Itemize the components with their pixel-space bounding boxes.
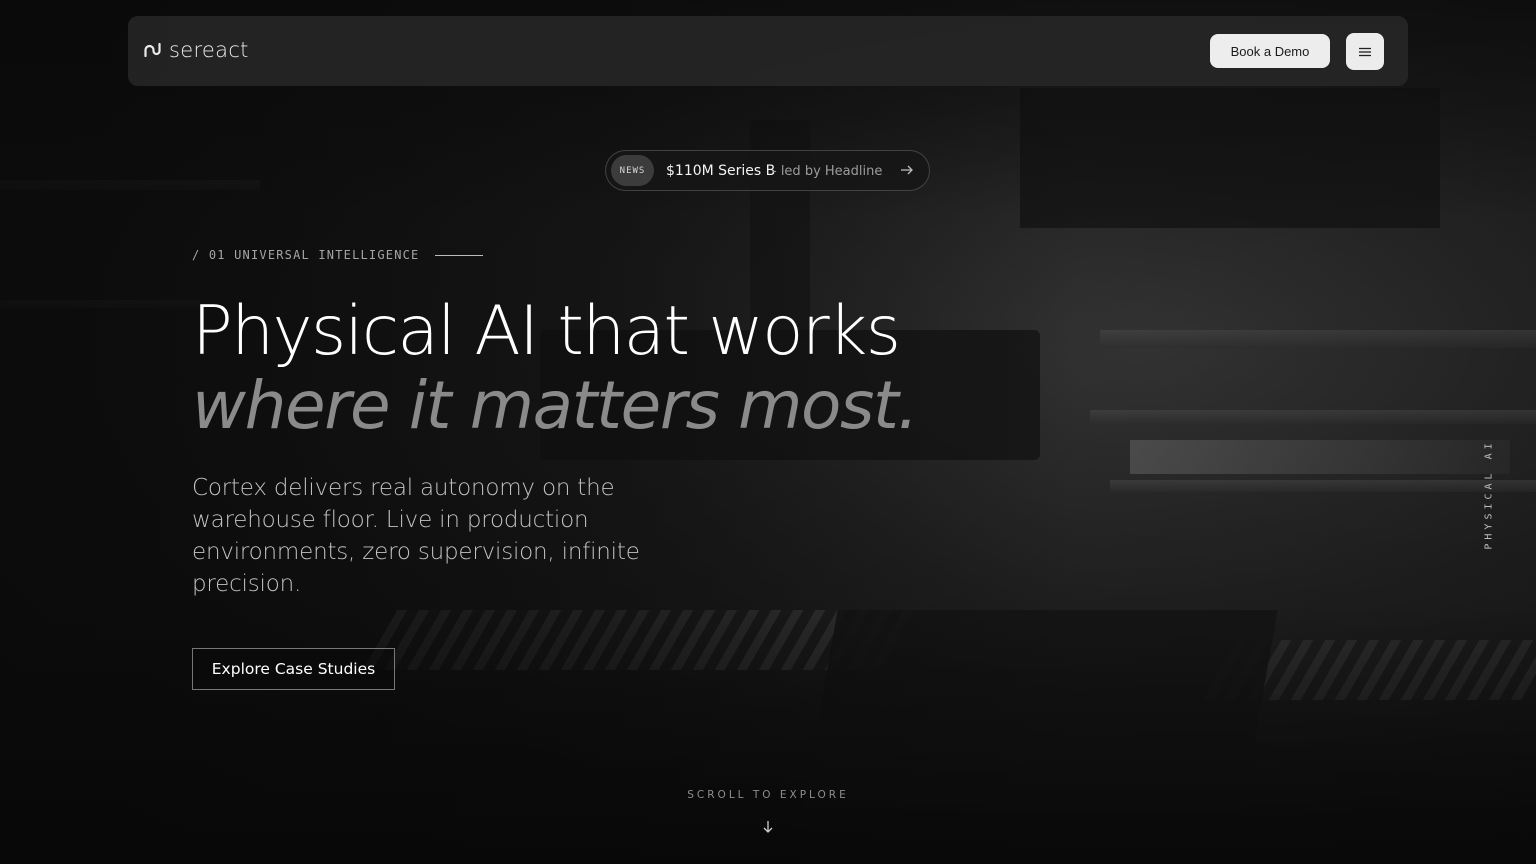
hero-headline-emphasis: where it matters most. xyxy=(192,367,918,444)
arrow-down-icon[interactable] xyxy=(761,820,775,834)
scroll-to-explore-label: SCROLL TO EXPLORE xyxy=(687,789,849,801)
news-banner-link[interactable]: NEWS $110M Series B - led by Headline xyxy=(605,150,930,191)
logo-text: sereact xyxy=(169,38,249,62)
side-label-text: PHYSICAL AI xyxy=(1483,438,1495,550)
hero-description: Cortex delivers real autonomy on the war… xyxy=(192,475,640,597)
menu-button[interactable] xyxy=(1346,33,1384,70)
page: sereact Book a Demo NEWS $110M Series B … xyxy=(0,0,1536,864)
hero-headline: Physical AI that works xyxy=(192,292,901,371)
news-subtext: - led by Headline xyxy=(772,164,883,179)
logo-mark-icon xyxy=(144,43,161,57)
arrow-right-icon xyxy=(901,165,913,175)
eyebrow-divider xyxy=(435,254,484,256)
hamburger-menu-icon xyxy=(1359,47,1371,56)
section-eyebrow: / 01 UNIVERSAL INTELLIGENCE xyxy=(192,248,484,262)
site-header: sereact Book a Demo xyxy=(128,16,1408,86)
eyebrow-text: / 01 UNIVERSAL INTELLIGENCE xyxy=(192,248,420,262)
news-badge: NEWS xyxy=(611,155,654,186)
book-demo-button[interactable]: Book a Demo xyxy=(1210,34,1330,68)
logo[interactable]: sereact xyxy=(144,38,249,62)
news-headline: $110M Series B xyxy=(666,163,776,179)
explore-case-studies-button[interactable]: Explore Case Studies xyxy=(192,648,395,690)
side-label: PHYSICAL AI xyxy=(1482,434,1496,554)
